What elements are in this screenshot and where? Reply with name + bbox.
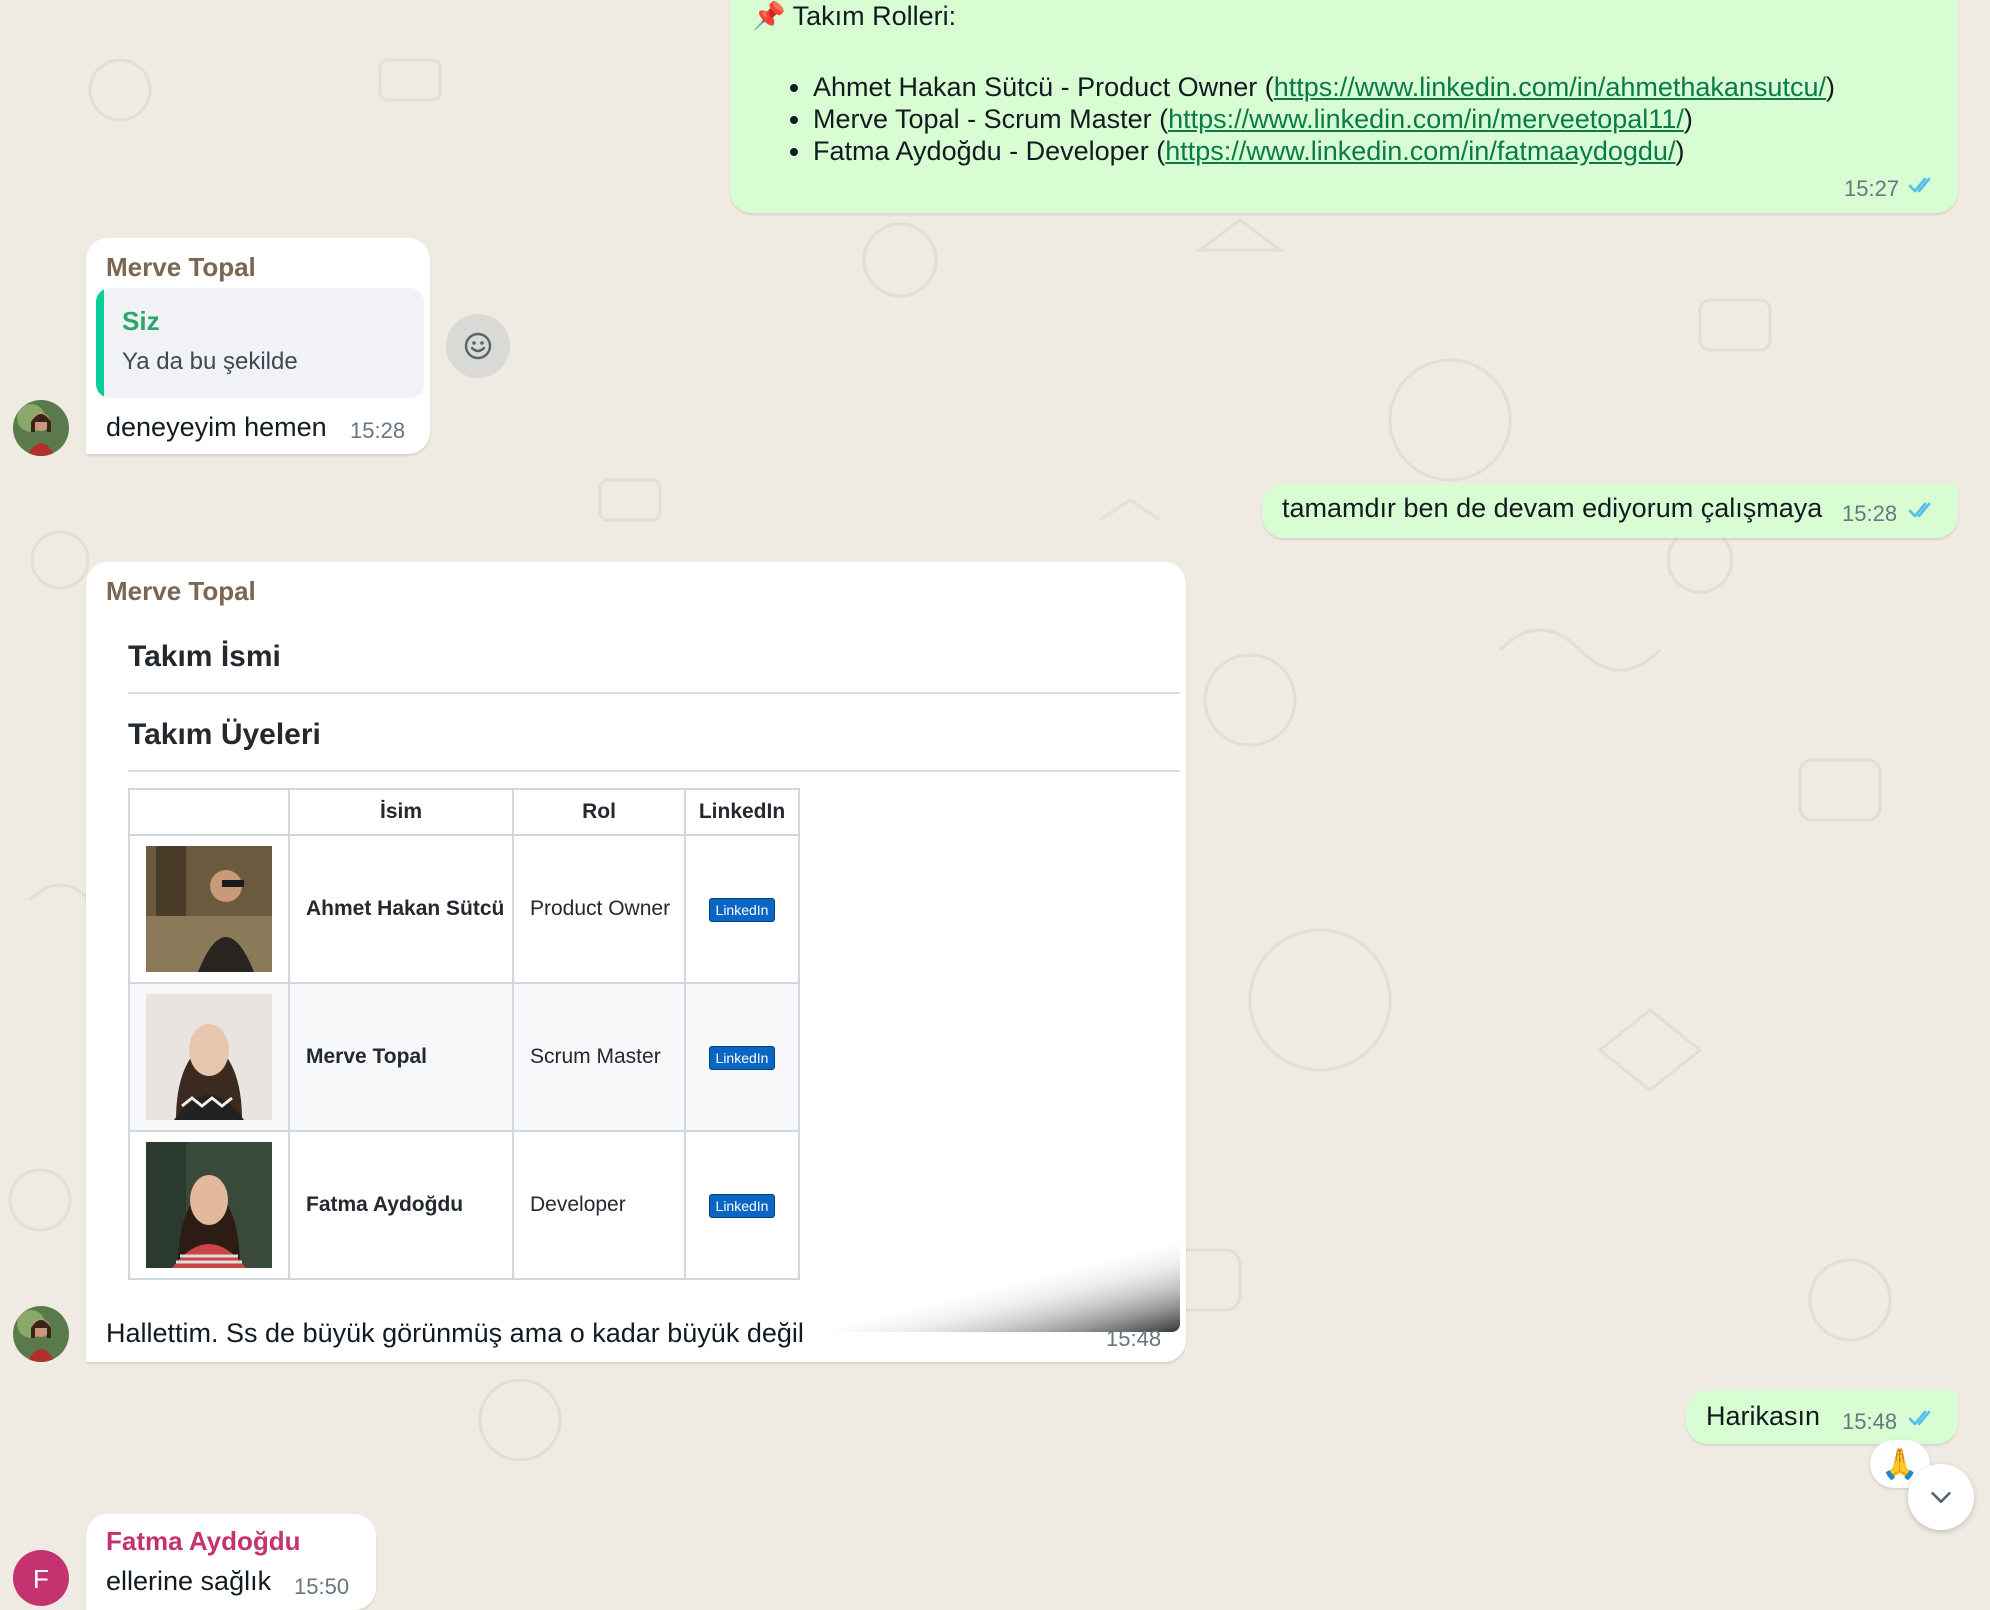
screenshot-heading-team-members: Takım Üyeleri (128, 718, 321, 751)
scroll-to-bottom-button[interactable] (1908, 1464, 1974, 1530)
pray-emoji: 🙏 (1881, 1447, 1919, 1481)
member-role: Scrum Master (512, 982, 686, 1132)
member-photo (146, 994, 272, 1120)
image-caption: Hallettim. Ss de büyük görünmüş ama o ka… (106, 1318, 804, 1348)
member-photo (146, 846, 272, 972)
roles-list: Ahmet Hakan Sütcü - Product Owner (https… (785, 71, 1835, 167)
linkedin-badge: LinkedIn (708, 1045, 776, 1070)
screenshot-heading-team-name: Takım İsmi (128, 640, 281, 673)
outgoing-message-great[interactable]: Harikasın 15:48 (1686, 1390, 1958, 1444)
image-attachment[interactable]: Takım İsmi Takım Üyeleri İsim Rol Linked… (100, 614, 1180, 1332)
message-time: 15:28 (350, 418, 406, 443)
table-row: Ahmet Hakan Sütcü Product Owner LinkedIn (128, 834, 800, 984)
divider (128, 770, 1180, 772)
member-name: Ahmet Hakan Sütcü (288, 834, 514, 984)
quoted-message[interactable]: Siz Ya da bu şekilde (96, 288, 424, 398)
column-header: İsim (288, 788, 514, 836)
message-text: Harikasın (1706, 1401, 1821, 1431)
message-text: deneyeyim hemen (106, 412, 327, 442)
member-photo-cell (128, 982, 290, 1132)
role-item: Merve Topal - Scrum Master (https://www.… (813, 103, 1835, 135)
react-button[interactable] (446, 314, 510, 378)
avatar-fatma[interactable]: F (13, 1550, 69, 1606)
message-time: 15:27 (1844, 176, 1900, 201)
linkedin-cell: LinkedIn (684, 982, 800, 1132)
smiley-icon (464, 332, 492, 360)
linkedin-link[interactable]: https://www.linkedin.com/in/ahmethakansu… (1274, 72, 1826, 102)
linkedin-badge: LinkedIn (708, 1193, 776, 1218)
member-role: Product Owner (512, 834, 686, 984)
members-table: İsim Rol LinkedIn Ahmet Hakan Sütcü Prod… (128, 788, 800, 1280)
image-shadow-overlay (820, 1242, 1180, 1332)
outgoing-message-roles[interactable]: 📌 Takım Rolleri: Ahmet Hakan Sütcü - Pro… (730, 0, 1958, 213)
linkedin-link[interactable]: https://www.linkedin.com/in/merveetopal1… (1168, 104, 1684, 134)
chevron-down-icon (1931, 1491, 1951, 1503)
message-time: 15:48 (1842, 1409, 1898, 1434)
quote-author: Siz (122, 306, 160, 336)
avatar-merve[interactable] (13, 1306, 69, 1362)
avatar-initial: F (33, 1564, 49, 1594)
table-header-row: İsim Rol LinkedIn (128, 788, 800, 836)
incoming-message-merve-image[interactable]: Merve Topal Takım İsmi Takım Üyeleri İsi… (86, 562, 1186, 1362)
read-ticks-icon (1908, 177, 1931, 193)
table-row: Fatma Aydoğdu Developer LinkedIn (128, 1130, 800, 1280)
message-time: 15:48 (1106, 1326, 1162, 1351)
column-header: Rol (512, 788, 686, 836)
pin-emoji: 📌 (752, 1, 786, 31)
member-role: Developer (512, 1130, 686, 1280)
column-header: LinkedIn (684, 788, 800, 836)
outgoing-message-continue[interactable]: tamamdır ben de devam ediyorum çalışmaya… (1262, 484, 1958, 538)
table-row: Merve Topal Scrum Master LinkedIn (128, 982, 800, 1132)
incoming-message-fatma[interactable]: Fatma Aydoğdu ellerine sağlık 15:50 (86, 1514, 376, 1610)
sender-name: Fatma Aydoğdu (106, 1526, 301, 1556)
message-time: 15:28 (1842, 501, 1898, 526)
divider (128, 692, 1180, 694)
sender-name: Merve Topal (106, 252, 256, 282)
quote-bar (96, 288, 104, 398)
message-text: ellerine sağlık (106, 1566, 272, 1596)
member-name: Merve Topal (288, 982, 514, 1132)
member-photo (146, 1142, 272, 1268)
read-ticks-icon (1908, 502, 1931, 518)
read-ticks-icon (1908, 1410, 1931, 1426)
linkedin-cell: LinkedIn (684, 1130, 800, 1280)
avatar-merve[interactable] (13, 400, 69, 456)
role-item: Fatma Aydoğdu - Developer (https://www.l… (813, 135, 1835, 167)
message-title: 📌 Takım Rolleri: (752, 1, 957, 31)
message-text: tamamdır ben de devam ediyorum çalışmaya (1282, 493, 1823, 523)
sender-name: Merve Topal (106, 576, 256, 606)
incoming-message-merve-reply[interactable]: Merve Topal Siz Ya da bu şekilde deneyey… (86, 238, 430, 454)
linkedin-link[interactable]: https://www.linkedin.com/in/fatmaaydogdu… (1165, 136, 1675, 166)
linkedin-cell: LinkedIn (684, 834, 800, 984)
member-photo-cell (128, 834, 290, 984)
linkedin-badge: LinkedIn (708, 897, 776, 922)
role-item: Ahmet Hakan Sütcü - Product Owner (https… (813, 71, 1835, 103)
column-header (128, 788, 290, 836)
member-name: Fatma Aydoğdu (288, 1130, 514, 1280)
quote-text: Ya da bu şekilde (122, 348, 298, 375)
member-photo-cell (128, 1130, 290, 1280)
